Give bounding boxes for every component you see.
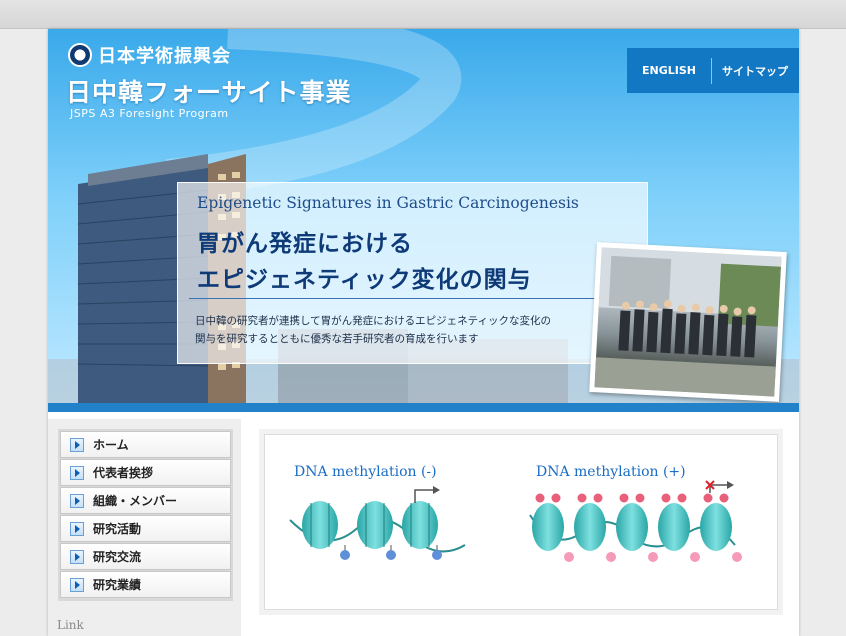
jsps-seal-icon xyxy=(68,43,92,67)
dna-methylation-figure: DNA methylation (-) DNA methylation (+) xyxy=(264,434,778,610)
hero-title-japanese-line2: エピジェネティック変化の関与 xyxy=(197,266,532,293)
org-name: 日本学術振興会 xyxy=(98,46,231,67)
main-figure-box: DNA methylation (-) DNA methylation (+) xyxy=(259,429,783,615)
group-photo xyxy=(589,242,787,402)
hero-title-english: Epigenetic Signatures in Gastric Carcino… xyxy=(197,194,579,212)
top-navigation: ENGLISH サイトマップ xyxy=(627,48,799,93)
site-title[interactable]: 日中韓フォーサイト事業 xyxy=(66,73,352,109)
hero-banner: 日本学術振興会 日中韓フォーサイト事業 JSPS A3 Foresight Pr… xyxy=(48,29,799,403)
sidebar-item-label: 組織・メンバー xyxy=(93,494,178,508)
arrow-right-icon xyxy=(70,577,84,592)
sidebar-item-activities[interactable]: 研究活動 xyxy=(60,515,231,542)
arrow-right-icon xyxy=(70,493,84,508)
english-link[interactable]: ENGLISH xyxy=(627,64,711,77)
sidebar-item-members[interactable]: 組織・メンバー xyxy=(60,487,231,514)
page-container: 日本学術振興会 日中韓フォーサイト事業 JSPS A3 Foresight Pr… xyxy=(48,29,799,636)
hero-description-line2: 関与を研究するとともに優秀な若手研究者の育成を行います xyxy=(195,333,479,345)
sidebar-item-achievements[interactable]: 研究業績 xyxy=(60,571,231,598)
hero-bottom-bar xyxy=(48,403,799,412)
sidebar-item-exchange[interactable]: 研究交流 xyxy=(60,543,231,570)
unmethylated-chromatin xyxy=(289,486,466,560)
hero-description-line1: 日中韓の研究者が連携して胃がん発症におけるエピジェネティックな変化の xyxy=(195,315,552,327)
org-logo[interactable]: 日本学術振興会 xyxy=(68,42,231,68)
sidebar-item-label: 研究交流 xyxy=(93,550,142,564)
methylated-chromatin xyxy=(529,480,742,562)
sidebar: ホーム 代表者挨拶 組織・メンバー 研究活動 研究交流 研究業績 Link xyxy=(48,419,241,636)
arrow-right-icon xyxy=(70,549,84,564)
arrow-right-icon xyxy=(70,521,84,536)
site-subtitle: JSPS A3 Foresight Program xyxy=(70,107,229,120)
sitemap-link[interactable]: サイトマップ xyxy=(712,63,798,79)
sidebar-item-home[interactable]: ホーム xyxy=(60,431,231,458)
arrow-right-icon xyxy=(70,465,84,480)
link-heading: Link xyxy=(57,618,84,632)
browser-top-bar xyxy=(0,0,846,29)
hero-text-panel: Epigenetic Signatures in Gastric Carcino… xyxy=(177,182,648,364)
sidebar-item-label: 代表者挨拶 xyxy=(93,466,154,480)
arrow-right-icon xyxy=(70,437,84,452)
hero-divider xyxy=(189,298,605,299)
hero-title-japanese-line1: 胃がん発症における xyxy=(197,230,413,257)
sidebar-menu: ホーム 代表者挨拶 組織・メンバー 研究活動 研究交流 研究業績 xyxy=(58,429,233,601)
sidebar-item-greeting[interactable]: 代表者挨拶 xyxy=(60,459,231,486)
group-photo-image xyxy=(594,247,782,397)
sidebar-item-label: ホーム xyxy=(93,438,129,452)
sidebar-item-label: 研究活動 xyxy=(93,522,142,536)
hero-description: 日中韓の研究者が連携して胃がん発症におけるエピジェネティックな変化の 関与を研究… xyxy=(195,312,615,348)
nucleosome-diagram xyxy=(289,480,742,562)
sidebar-item-label: 研究業績 xyxy=(93,578,142,592)
